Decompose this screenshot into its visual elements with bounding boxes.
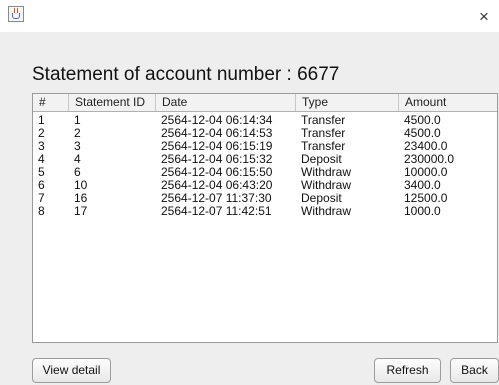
cell-statement-id: 3 <box>74 139 81 153</box>
statement-window: × Statement of account number : 6677 # S… <box>0 0 499 385</box>
page-title: Statement of account number : 6677 <box>32 64 340 85</box>
column-header-type[interactable]: Type <box>296 94 399 111</box>
cell-statement-id: 17 <box>74 204 88 218</box>
cell-date: 2564-12-07 11:42:51 <box>161 204 272 218</box>
column-header-statement-id[interactable]: Statement ID <box>69 94 156 111</box>
close-button[interactable]: × <box>469 0 499 32</box>
cell-statement-id: 2 <box>74 126 81 140</box>
refresh-button[interactable]: Refresh <box>374 358 441 383</box>
column-header-amount[interactable]: Amount <box>399 94 497 111</box>
cell-statement-id: 4 <box>74 152 81 166</box>
title-bar: × <box>0 0 499 32</box>
column-header-number[interactable]: # <box>33 94 69 111</box>
statement-table[interactable]: # Statement ID Date Type Amount 1 1 2564-1… <box>32 93 498 343</box>
table-header: # Statement ID Date Type Amount <box>33 94 497 112</box>
column-header-date[interactable]: Date <box>156 94 296 111</box>
view-detail-button[interactable]: View detail <box>32 358 111 383</box>
cell-number: 8 <box>38 204 45 218</box>
java-app-icon <box>8 6 24 22</box>
cell-amount: 1000.0 <box>404 204 441 218</box>
cell-statement-id: 1 <box>74 113 81 127</box>
cell-type: Withdraw <box>301 204 352 218</box>
table-row[interactable]: 8 17 2564-12-07 11:42:51 Withdraw 1000.0 <box>33 204 497 218</box>
back-button[interactable]: Back <box>450 358 499 383</box>
